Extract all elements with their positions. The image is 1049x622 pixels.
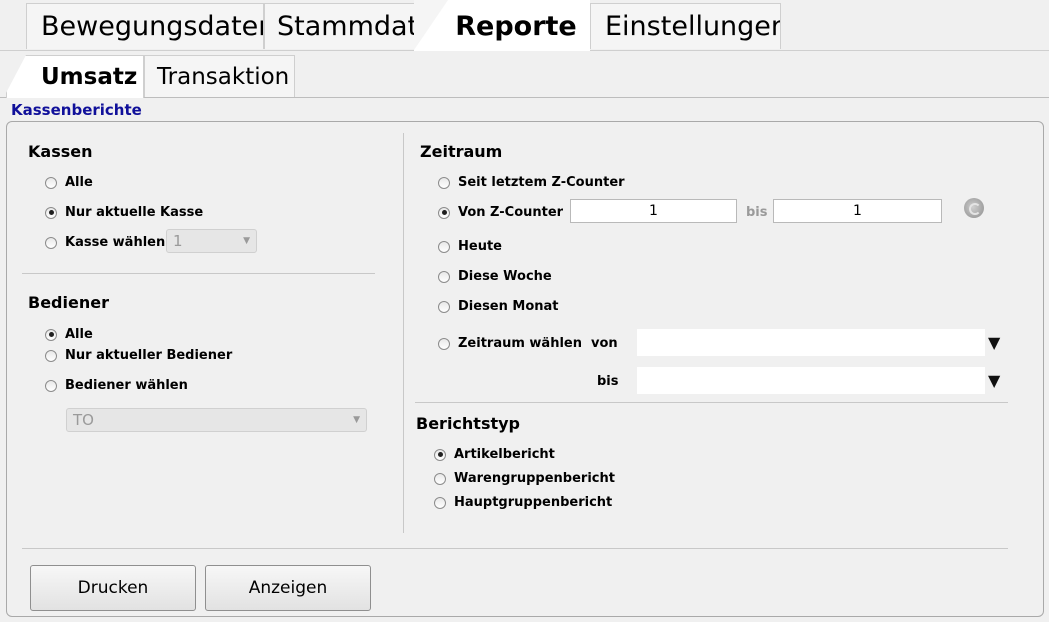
tab-stammdaten[interactable]: Stammdaten — [264, 3, 434, 49]
z-counter-to-input[interactable]: 1 — [773, 199, 942, 223]
berichtstyp-header: Berichtstyp — [416, 414, 520, 433]
kassen-header: Kassen — [28, 142, 93, 161]
radio-checked-icon[interactable] — [438, 206, 450, 219]
option-label: Zeitraum wählen — [458, 336, 582, 351]
bis-label: bis — [597, 374, 619, 389]
zeitraum-header: Zeitraum — [420, 142, 503, 161]
berichtstyp-option-hauptgruppe[interactable]: Hauptgruppenbericht — [434, 495, 612, 510]
bediener-option-alle[interactable]: Alle — [45, 327, 93, 342]
radio-icon[interactable] — [438, 176, 450, 189]
kasse-select[interactable]: 1 ▼ — [166, 229, 257, 253]
option-label: Diesen Monat — [458, 299, 559, 314]
dropdown-triangle-icon[interactable]: ▼ — [988, 371, 1000, 390]
radio-icon[interactable] — [45, 349, 57, 362]
berichtstyp-option-warengruppe[interactable]: Warengruppenbericht — [434, 471, 615, 486]
radio-icon[interactable] — [438, 270, 450, 283]
bediener-option-aktueller[interactable]: Nur aktueller Bediener — [45, 348, 232, 363]
bediener-option-waehlen[interactable]: Bediener wählen — [45, 378, 188, 393]
chevron-down-icon: ▼ — [353, 415, 360, 425]
radio-checked-icon[interactable] — [45, 328, 57, 341]
option-label: Bediener wählen — [65, 378, 188, 393]
radio-icon[interactable] — [438, 240, 450, 253]
bediener-header: Bediener — [28, 293, 109, 312]
von-label: von — [591, 336, 618, 351]
option-label: Nur aktuelle Kasse — [65, 205, 204, 220]
tab-umsatz[interactable]: Umsatz — [6, 55, 144, 98]
zeitraum-option-von-z-counter[interactable]: Von Z-Counter — [438, 205, 563, 220]
tab-reporte-label: Reporte — [455, 11, 577, 42]
date-to-field[interactable] — [637, 367, 985, 394]
radio-icon[interactable] — [434, 472, 446, 485]
radio-icon[interactable] — [45, 236, 57, 249]
radio-checked-icon[interactable] — [434, 448, 446, 461]
option-label: Von Z-Counter — [458, 205, 564, 220]
column-divider — [403, 133, 404, 533]
tab-reporte[interactable]: Reporte — [414, 0, 590, 51]
divider — [415, 402, 1008, 403]
option-label: Alle — [65, 327, 93, 342]
radio-icon[interactable] — [438, 300, 450, 313]
kassen-option-alle[interactable]: Alle — [45, 175, 93, 190]
tab-bewegungsdaten[interactable]: Bewegungsdaten — [26, 3, 264, 49]
radio-icon[interactable] — [45, 379, 57, 392]
sub-tab-bar: Umsatz Transaktion — [0, 50, 1049, 98]
refresh-icon[interactable] — [964, 198, 984, 218]
option-label: Warengruppenbericht — [454, 471, 615, 486]
option-label: Diese Woche — [458, 269, 552, 284]
app-window: Bewegungsdaten Stammdaten Reporte Einste… — [0, 0, 1049, 622]
print-button[interactable]: Drucken — [30, 565, 196, 611]
tab-einstellungen[interactable]: Einstellungen — [590, 3, 781, 49]
bediener-select[interactable]: TO ▼ — [66, 408, 367, 432]
z-counter-bis-label: bis — [746, 205, 768, 220]
radio-icon[interactable] — [434, 496, 446, 509]
option-label: Nur aktueller Bediener — [65, 348, 233, 363]
zeitraum-option-diese-woche[interactable]: Diese Woche — [438, 269, 552, 284]
option-label: Hauptgruppenbericht — [454, 495, 613, 510]
berichtstyp-option-artikel[interactable]: Artikelbericht — [434, 447, 555, 462]
radio-checked-icon[interactable] — [45, 206, 57, 219]
bediener-select-value: TO — [73, 411, 94, 429]
option-label: Heute — [458, 239, 502, 254]
z-counter-from-input[interactable]: 1 — [570, 199, 737, 223]
section-title: Kassenberichte — [11, 101, 142, 119]
kassen-option-aktuelle[interactable]: Nur aktuelle Kasse — [45, 205, 203, 220]
show-button[interactable]: Anzeigen — [205, 565, 371, 611]
option-label: Seit letztem Z-Counter — [458, 175, 625, 190]
tab-umsatz-label: Umsatz — [41, 64, 138, 90]
option-label: Artikelbericht — [454, 447, 555, 462]
main-tab-bar: Bewegungsdaten Stammdaten Reporte Einste… — [0, 0, 1049, 51]
zeitraum-option-seit-letztem[interactable]: Seit letztem Z-Counter — [438, 175, 625, 190]
dropdown-triangle-icon[interactable]: ▼ — [988, 333, 1000, 352]
radio-icon[interactable] — [438, 337, 450, 350]
divider — [22, 273, 375, 274]
zeitraum-option-diesen-monat[interactable]: Diesen Monat — [438, 299, 559, 314]
chevron-down-icon: ▼ — [243, 236, 250, 246]
divider — [22, 548, 1008, 549]
kassen-option-waehlen[interactable]: Kasse wählen — [45, 235, 165, 250]
date-from-field[interactable] — [637, 329, 985, 356]
zeitraum-option-heute[interactable]: Heute — [438, 239, 502, 254]
radio-icon[interactable] — [45, 176, 57, 189]
zeitraum-option-waehlen[interactable]: Zeitraum wählen — [438, 336, 582, 351]
option-label: Kasse wählen — [65, 235, 166, 250]
kasse-select-value: 1 — [173, 232, 183, 250]
option-label: Alle — [65, 175, 93, 190]
tab-transaktion[interactable]: Transaktion — [144, 55, 295, 97]
